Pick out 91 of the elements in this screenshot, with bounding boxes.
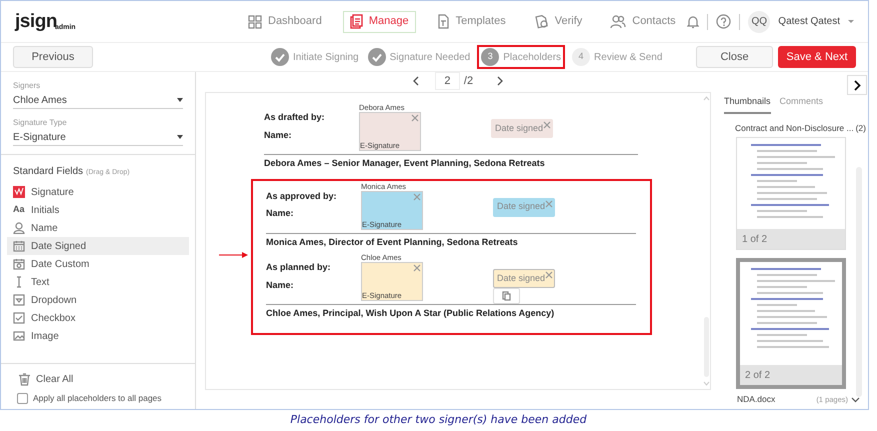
nav-link[interactable]: Contacts xyxy=(603,10,683,32)
page-thumbnail[interactable]: 1 of 2 xyxy=(736,137,846,250)
scrollbar[interactable] xyxy=(856,167,862,397)
close-button[interactable]: Close xyxy=(696,46,773,68)
calendar-icon xyxy=(13,240,25,252)
page-thumbnail[interactable]: 2 of 2 xyxy=(736,258,846,390)
document-name[interactable]: NDA.docx xyxy=(737,393,776,406)
nav-link[interactable]: Manage xyxy=(342,10,416,32)
person-icon xyxy=(13,222,25,234)
previous-button[interactable]: Previous xyxy=(13,46,93,68)
field-item[interactable]: Checkbox xyxy=(7,309,189,327)
next-page-icon xyxy=(497,76,504,86)
figure-caption: Placeholders for other two signer(s) have been added xyxy=(290,412,587,428)
people-icon xyxy=(610,14,626,28)
close-icon xyxy=(543,121,551,129)
previous-page-icon xyxy=(412,76,419,86)
field-label: Signers xyxy=(13,80,42,92)
arrow-icon xyxy=(219,251,249,259)
copy-button[interactable] xyxy=(493,288,520,304)
name-label: Name: xyxy=(266,207,295,220)
close-icon xyxy=(411,114,419,122)
close-icon xyxy=(545,271,553,279)
field-item[interactable]: Aa Initials xyxy=(7,201,189,219)
caret-icon xyxy=(177,135,183,139)
signer-footer: Chloe Ames, Principal, Wish Upon A Star (Public Relations Agency) xyxy=(266,305,636,320)
page-label: 2 of 2 xyxy=(740,365,842,386)
signer-footer: Monica Ames, Director of Event Planning, Sedona Retreats xyxy=(266,234,636,249)
scroll-up-icon xyxy=(702,96,710,101)
grid-icon xyxy=(248,14,262,28)
trash-icon xyxy=(19,373,30,386)
field-value: E-Signature xyxy=(13,130,66,144)
document-icon xyxy=(350,14,363,29)
signer-role: As planned by: xyxy=(266,261,332,274)
field-item[interactable]: Image xyxy=(7,327,189,345)
field-value: Chloe Ames xyxy=(13,94,67,108)
chevron-right-icon xyxy=(854,80,860,90)
copy-icon xyxy=(502,291,511,301)
clear-all-button[interactable]: Clear All xyxy=(19,372,177,388)
document-check-icon xyxy=(534,14,549,29)
notification-icon xyxy=(687,14,700,28)
check-circle-icon xyxy=(271,48,289,66)
field-item[interactable]: Date Signed xyxy=(7,237,189,255)
expand-button[interactable] xyxy=(847,75,867,95)
nav-link[interactable]: Verify xyxy=(526,10,590,32)
checkbox-label: Apply all placeholders to all pages xyxy=(33,392,162,405)
initials-icon: Aa xyxy=(13,203,25,217)
scroll-down-icon xyxy=(702,381,710,386)
checkbox[interactable] xyxy=(17,393,28,404)
step-number: 4 xyxy=(572,48,590,66)
save-next-button[interactable]: Save & Next xyxy=(778,46,856,68)
page-count: (2) xyxy=(856,122,866,134)
page-number-field[interactable]: 2 xyxy=(434,72,460,90)
help-icon xyxy=(716,14,732,29)
signer-role: As approved by: xyxy=(266,190,338,203)
document-icon xyxy=(436,14,450,29)
caret-icon xyxy=(848,20,854,24)
nav-link[interactable]: Dashboard xyxy=(241,10,329,32)
scrollbar-thumb[interactable] xyxy=(704,317,708,377)
caret-icon xyxy=(177,98,183,102)
close-icon xyxy=(413,192,421,200)
field-item[interactable]: Dropdown xyxy=(7,291,189,309)
close-icon xyxy=(413,264,421,272)
image-icon xyxy=(13,330,25,342)
name-label: Name: xyxy=(266,278,295,292)
close-icon xyxy=(545,200,553,208)
dropdown-field[interactable]: Chloe Ames xyxy=(13,92,183,109)
signature-icon xyxy=(13,186,25,198)
field-item[interactable]: Name xyxy=(7,219,189,237)
section-title: Standard Fields xyxy=(13,165,84,179)
checkbox-icon xyxy=(13,312,25,324)
check-circle-icon xyxy=(368,48,386,66)
field-label: Signature Type xyxy=(13,117,68,129)
tab[interactable]: Thumbnails xyxy=(724,95,771,114)
page-total: /2 xyxy=(464,74,474,89)
field-item[interactable]: Signature xyxy=(7,183,189,201)
user-name[interactable]: Qatest Qatest xyxy=(778,14,840,29)
user-avatar[interactable]: QQ xyxy=(748,10,770,32)
step-number: 3 xyxy=(481,48,500,66)
calendar-custom-icon xyxy=(13,258,25,270)
nav-link[interactable]: Templates xyxy=(430,10,513,32)
signer-role: As drafted by: xyxy=(264,111,326,124)
signer-footer: Debora Ames – Senior Manager, Event Planning, Sedona Retreats xyxy=(264,155,638,170)
field-item[interactable]: Date Custom xyxy=(7,255,189,273)
document-name[interactable]: Contract and Non-Disclosure ... xyxy=(735,122,854,134)
page-label: 1 of 2 xyxy=(737,229,845,250)
field-item[interactable]: Text xyxy=(7,273,189,291)
dropdown-icon xyxy=(13,294,25,306)
name-label: Name: xyxy=(264,128,293,142)
dropdown-field[interactable]: E-Signature xyxy=(13,129,183,146)
logo: jsign xyxy=(15,12,57,31)
chevron-down-icon xyxy=(851,396,860,403)
